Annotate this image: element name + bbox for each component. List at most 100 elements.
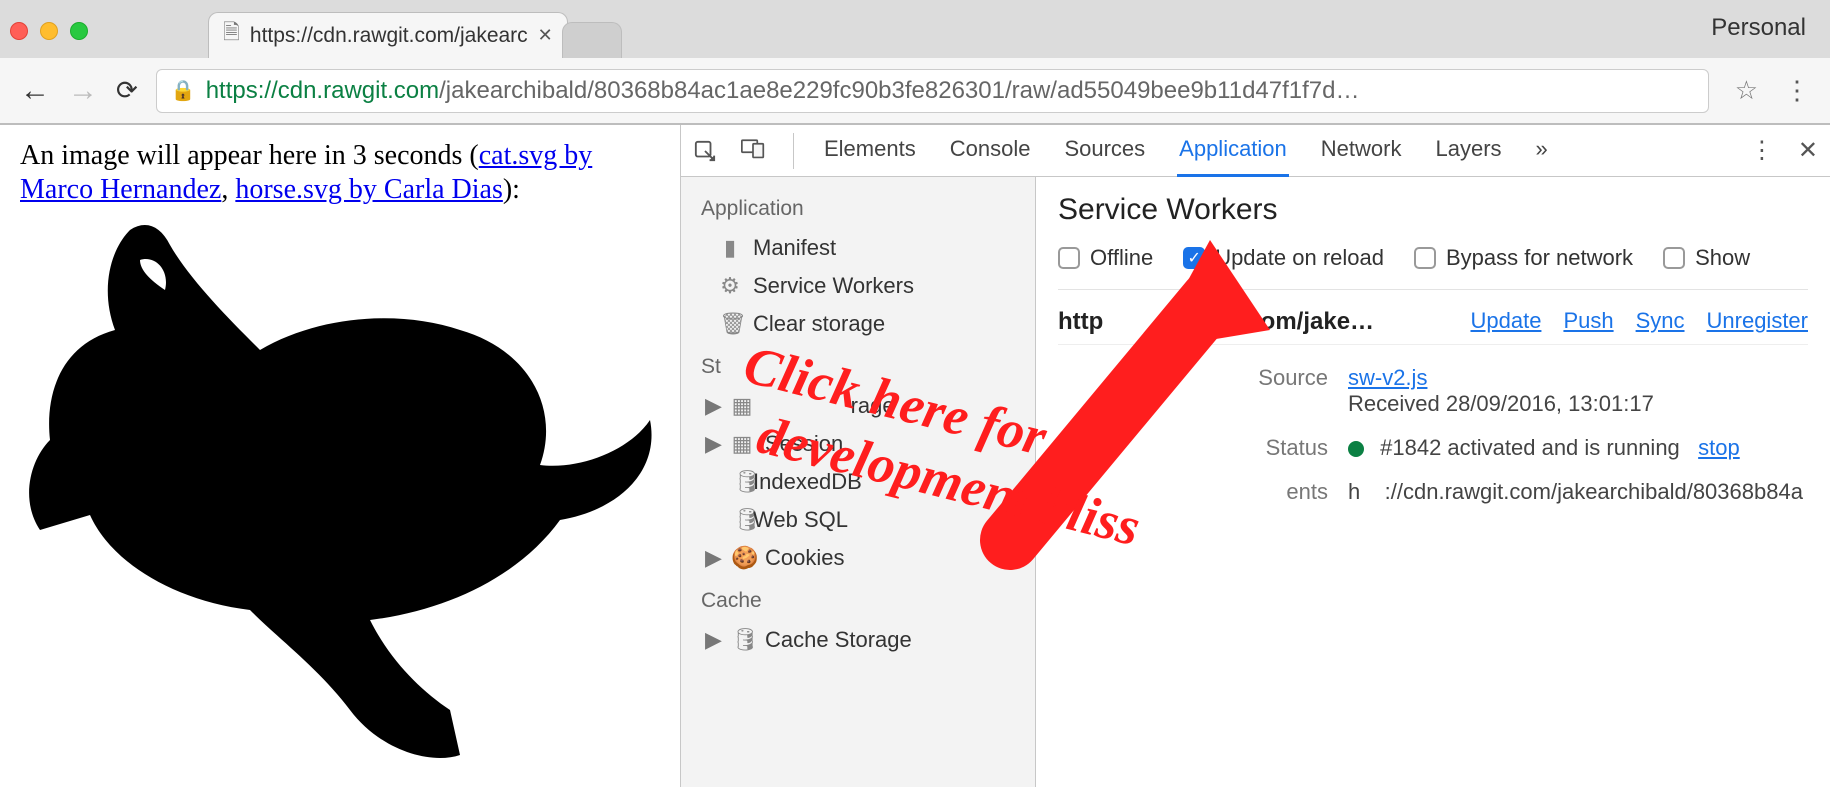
page-intro: An image will appear here in 3 seconds (… <box>20 139 660 206</box>
tab-network[interactable]: Network <box>1319 124 1404 177</box>
service-workers-title: Service Workers <box>1058 193 1808 227</box>
close-tab-icon[interactable]: ✕ <box>538 25 553 46</box>
action-update[interactable]: Update <box>1470 308 1541 334</box>
close-window-button[interactable] <box>10 22 28 40</box>
group-cache: Cache <box>699 577 1035 621</box>
sw-clients-label: ents <box>1168 479 1328 505</box>
checkbox-icon <box>1058 247 1080 269</box>
chevron-right-icon: ▶ <box>705 545 719 571</box>
url-host: ://cdn.rawgit.com <box>258 77 439 105</box>
sidebar-item-indexeddb[interactable]: 🛢 IndexedDB <box>699 463 1035 501</box>
action-push[interactable]: Push <box>1563 308 1613 334</box>
new-tab-button[interactable] <box>562 22 622 58</box>
sidebar-item-label: Cookies <box>765 545 844 571</box>
sw-status-text: #1842 activated and is running <box>1380 435 1680 460</box>
group-storage: St <box>699 343 1035 387</box>
devtools-menu-icon[interactable]: ⋮ <box>1750 136 1774 165</box>
tab-application[interactable]: Application <box>1177 124 1289 177</box>
sidebar-item-cookies[interactable]: ▶ 🍪 Cookies <box>699 539 1035 577</box>
sidebar-item-local-storage[interactable]: ▶ ▦ rage <box>699 387 1035 425</box>
grid-icon: ▦ <box>731 431 753 457</box>
sidebar-item-session-storage[interactable]: ▶ ▦ Session <box>699 425 1035 463</box>
tab-sources[interactable]: Sources <box>1062 124 1147 177</box>
profile-label[interactable]: Personal <box>1711 14 1806 42</box>
sidebar-item-cache-storage[interactable]: ▶ 🛢 Cache Storage <box>699 621 1035 659</box>
checkbox-label: Offline <box>1090 245 1153 271</box>
lock-icon: 🔒 <box>171 78 196 103</box>
tab-console[interactable]: Console <box>948 124 1033 177</box>
url-scheme: https <box>206 77 258 105</box>
sw-status-label: Status <box>1168 435 1328 461</box>
forward-button[interactable]: → <box>68 76 98 106</box>
devtools-toolbar: Elements Console Sources Application Net… <box>681 125 1830 177</box>
browser-menu-button[interactable]: ⋮ <box>1784 75 1810 106</box>
maximize-window-button[interactable] <box>70 22 88 40</box>
devtools-sidebar: Application ▮ Manifest ⚙ Service Workers… <box>681 177 1036 787</box>
checkbox-label: Update on reload <box>1215 245 1384 271</box>
checkbox-update-on-reload[interactable]: ✓ Update on reload <box>1183 245 1384 271</box>
checkbox-icon <box>1414 247 1436 269</box>
cookie-icon: 🍪 <box>731 545 753 571</box>
checkbox-label: Bypass for network <box>1446 245 1633 271</box>
trash-icon: 🗑 <box>719 311 741 337</box>
checkbox-offline[interactable]: Offline <box>1058 245 1153 271</box>
database-icon: 🛢 <box>719 507 741 533</box>
devtools-body: Application ▮ Manifest ⚙ Service Workers… <box>681 177 1830 787</box>
status-dot-icon <box>1348 441 1364 457</box>
toolbar: ← → ⟳ 🔒 https://cdn.rawgit.com/jakearchi… <box>0 58 1830 124</box>
separator <box>793 133 794 169</box>
devtools-right-controls: ⋮ ✕ <box>1750 136 1818 165</box>
sw-detail: Source sw-v2.js Received 28/09/2016, 13:… <box>1058 345 1808 505</box>
minimize-window-button[interactable] <box>40 22 58 40</box>
back-button[interactable]: ← <box>20 76 50 106</box>
sidebar-item-label: Cache Storage <box>765 627 912 653</box>
intro-sep: , <box>221 174 235 205</box>
tabs-overflow[interactable]: » <box>1534 124 1550 177</box>
checkbox-bypass-network[interactable]: Bypass for network <box>1414 245 1633 271</box>
tab-elements[interactable]: Elements <box>822 124 918 177</box>
sw-source-link[interactable]: sw-v2.js <box>1348 365 1427 390</box>
database-icon: 🛢 <box>719 469 741 495</box>
sw-clients-value: h ://cdn.rawgit.com/jakearchibald/80368b… <box>1348 479 1808 505</box>
reload-button[interactable]: ⟳ <box>116 75 138 106</box>
checkbox-show[interactable]: Show <box>1663 245 1750 271</box>
sidebar-item-clear-storage[interactable]: 🗑 Clear storage <box>699 305 1035 343</box>
bookmark-star-icon[interactable]: ☆ <box>1735 75 1758 106</box>
window-controls <box>10 22 88 40</box>
devtools: Elements Console Sources Application Net… <box>680 125 1830 787</box>
devtools-close-icon[interactable]: ✕ <box>1798 136 1818 165</box>
browser-chrome: 🗎 https://cdn.rawgit.com/jakearc ✕ Perso… <box>0 0 1830 125</box>
sidebar-item-label: Clear storage <box>753 311 885 337</box>
action-unregister[interactable]: Unregister <box>1707 308 1808 334</box>
link-horse-svg[interactable]: horse.svg by Carla Dias <box>235 174 503 205</box>
action-sync[interactable]: Sync <box>1636 308 1685 334</box>
tab-layers[interactable]: Layers <box>1433 124 1503 177</box>
sidebar-item-label: Web SQL <box>753 507 848 533</box>
sw-source-value: sw-v2.js Received 28/09/2016, 13:01:17 <box>1348 365 1808 417</box>
url-path: /jakearchibald/80368b84ac1ae8e229fc90b3f… <box>439 77 1359 105</box>
inspect-element-icon[interactable] <box>693 139 717 163</box>
sw-received: Received 28/09/2016, 13:01:17 <box>1348 391 1654 416</box>
sw-source-label: Source <box>1168 365 1328 417</box>
web-page: An image will appear here in 3 seconds (… <box>0 125 680 787</box>
chevron-right-icon: ▶ <box>705 393 719 419</box>
device-toolbar-icon[interactable] <box>741 137 765 165</box>
sidebar-item-service-workers[interactable]: ⚙ Service Workers <box>699 267 1035 305</box>
chevron-right-icon: ▶ <box>705 627 719 653</box>
tab-bar: 🗎 https://cdn.rawgit.com/jakearc ✕ Perso… <box>0 0 1830 58</box>
database-icon: 🛢 <box>731 627 753 653</box>
sidebar-item-manifest[interactable]: ▮ Manifest <box>699 229 1035 267</box>
sidebar-item-label: rage <box>765 393 895 419</box>
address-bar[interactable]: 🔒 https://cdn.rawgit.com/jakearchibald/8… <box>156 69 1709 113</box>
sw-stop-link[interactable]: stop <box>1698 435 1740 460</box>
horse-image <box>20 210 660 779</box>
browser-tab[interactable]: 🗎 https://cdn.rawgit.com/jakearc ✕ <box>208 12 568 58</box>
sidebar-item-websql[interactable]: 🛢 Web SQL <box>699 501 1035 539</box>
manifest-icon: ▮ <box>719 235 741 261</box>
group-application: Application <box>699 185 1035 229</box>
checkbox-icon: ✓ <box>1183 247 1205 269</box>
sidebar-item-label: Manifest <box>753 235 836 261</box>
devtools-tabs: Elements Console Sources Application Net… <box>822 124 1726 177</box>
sw-actions: Update Push Sync Unregister <box>1470 308 1808 334</box>
service-workers-options: Offline ✓ Update on reload Bypass for ne… <box>1058 245 1808 290</box>
